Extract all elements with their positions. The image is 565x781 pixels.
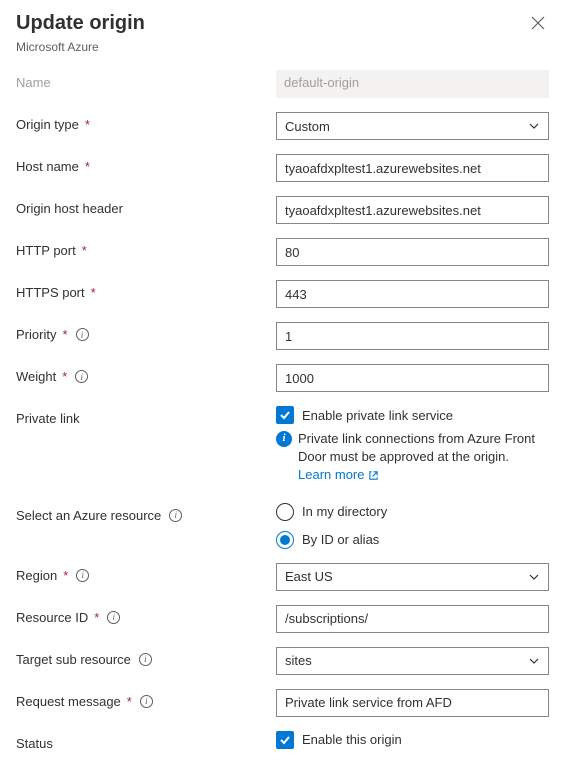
status-label: Status: [16, 731, 276, 751]
origin-host-header-input[interactable]: [276, 196, 549, 224]
learn-more-link[interactable]: Learn more: [298, 466, 379, 484]
info-icon: i: [276, 431, 292, 447]
origin-host-header-label: Origin host header: [16, 196, 276, 216]
page-subtitle: Microsoft Azure: [16, 40, 549, 54]
radio-icon: [276, 531, 294, 549]
private-link-info-text: Private link connections from Azure Fron…: [298, 430, 549, 485]
enable-origin-label: Enable this origin: [302, 732, 402, 747]
request-message-label: Request message* i: [16, 689, 276, 709]
chevron-down-icon: [528, 120, 540, 132]
page-title: Update origin: [16, 12, 145, 35]
resource-id-input[interactable]: [276, 605, 549, 633]
weight-input[interactable]: [276, 364, 549, 392]
radio-by-id-or-alias[interactable]: By ID or alias: [276, 531, 549, 549]
name-label: Name: [16, 70, 276, 90]
check-icon: [279, 409, 291, 421]
weight-label: Weight* i: [16, 364, 276, 384]
target-sub-resource-label: Target sub resource i: [16, 647, 276, 667]
request-message-input[interactable]: [276, 689, 549, 717]
name-field: default-origin: [276, 70, 549, 98]
close-button[interactable]: [527, 12, 549, 38]
chevron-down-icon: [528, 655, 540, 667]
info-icon[interactable]: i: [76, 328, 89, 341]
external-link-icon: [368, 470, 379, 481]
close-icon: [531, 16, 545, 30]
region-select[interactable]: East US: [276, 563, 549, 591]
enable-private-link-label: Enable private link service: [302, 408, 453, 423]
priority-input[interactable]: [276, 322, 549, 350]
enable-origin-checkbox[interactable]: [276, 731, 294, 749]
info-icon[interactable]: i: [169, 509, 182, 522]
target-sub-resource-select[interactable]: sites: [276, 647, 549, 675]
enable-private-link-checkbox[interactable]: [276, 406, 294, 424]
priority-label: Priority* i: [16, 322, 276, 342]
info-icon[interactable]: i: [76, 569, 89, 582]
chevron-down-icon: [528, 571, 540, 583]
info-icon[interactable]: i: [140, 695, 153, 708]
radio-icon: [276, 503, 294, 521]
resource-id-label: Resource ID* i: [16, 605, 276, 625]
select-resource-label: Select an Azure resource i: [16, 503, 276, 523]
origin-type-label: Origin type*: [16, 112, 276, 132]
region-label: Region* i: [16, 563, 276, 583]
check-icon: [279, 734, 291, 746]
host-name-label: Host name*: [16, 154, 276, 174]
radio-in-my-directory[interactable]: In my directory: [276, 503, 549, 521]
host-name-input[interactable]: [276, 154, 549, 182]
http-port-label: HTTP port*: [16, 238, 276, 258]
https-port-input[interactable]: [276, 280, 549, 308]
https-port-label: HTTPS port*: [16, 280, 276, 300]
info-icon[interactable]: i: [139, 653, 152, 666]
private-link-label: Private link: [16, 406, 276, 426]
info-icon[interactable]: i: [75, 370, 88, 383]
info-icon[interactable]: i: [107, 611, 120, 624]
origin-type-select[interactable]: Custom: [276, 112, 549, 140]
http-port-input[interactable]: [276, 238, 549, 266]
